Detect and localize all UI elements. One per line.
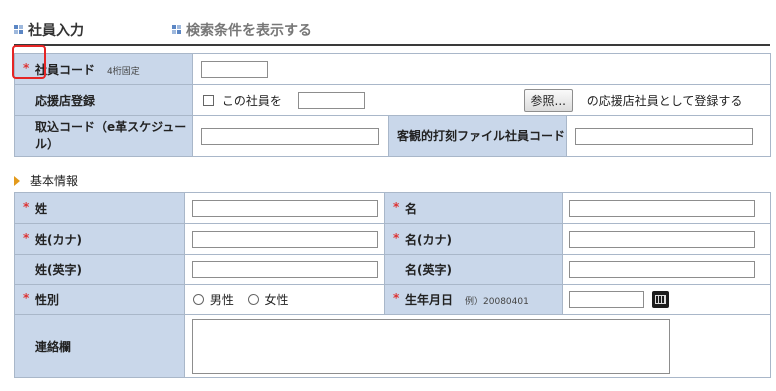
- agency-registration-label: 応援店登録: [35, 93, 96, 108]
- last-name-en-input[interactable]: [192, 261, 378, 278]
- first-name-en-label-cell: 名(英字): [384, 254, 563, 285]
- notes-label-cell: 連絡欄: [14, 314, 185, 378]
- import-code-row: 取込コード（e革スケジュール） 客観的打刻ファイル社員コード: [14, 115, 772, 157]
- birthdate-value-cell: [562, 284, 771, 315]
- objective-file-label: 客観的打刻ファイル社員コード: [397, 128, 566, 143]
- english-name-row: 姓(英字) 名(英字): [14, 254, 771, 285]
- import-code-label: 取込コード（e革スケジュール）: [35, 120, 187, 151]
- gender-label: 性別: [35, 293, 60, 307]
- first-name-kana-value-cell: [562, 223, 771, 255]
- first-name-en-input[interactable]: [569, 261, 755, 278]
- agency-employee-input[interactable]: [297, 91, 365, 109]
- required-mark: *: [393, 291, 400, 305]
- agency-checkbox[interactable]: [203, 94, 214, 106]
- first-name-label: 名: [405, 201, 418, 216]
- notes-label: 連絡欄: [35, 339, 72, 354]
- last-name-en-label: 姓(英字): [35, 263, 82, 277]
- import-code-label-cell: 取込コード（e革スケジュール）: [14, 115, 193, 157]
- import-code-input[interactable]: [201, 127, 379, 145]
- agency-registration-value-cell: この社員を 参照... の応援店社員として登録する: [191, 84, 772, 116]
- first-name-en-label: 名(英字): [405, 263, 452, 277]
- objective-file-label-cell: 客観的打刻ファイル社員コード: [388, 115, 567, 157]
- objective-file-value-cell: [565, 115, 772, 157]
- objective-file-input[interactable]: [575, 127, 753, 145]
- last-name-en-label-cell: 姓(英字): [14, 254, 185, 285]
- notes-row: 連絡欄: [14, 314, 771, 378]
- employee-code-hint: 4桁固定: [107, 66, 140, 77]
- gender-female-label: 女性: [264, 293, 289, 307]
- last-name-input[interactable]: [192, 199, 378, 217]
- first-name-label-cell: * 名: [384, 192, 563, 224]
- agency-suffix-text: の応援店社員として登録する: [586, 93, 743, 108]
- page-title-text: 社員入力: [28, 23, 84, 39]
- required-mark: *: [393, 230, 400, 245]
- gender-value-cell: 男性 女性: [184, 284, 385, 315]
- show-conditions-label: 検索条件を表示する: [186, 23, 312, 39]
- gender-male-label: 男性: [209, 293, 234, 307]
- last-name-label: 姓: [35, 201, 48, 216]
- grid-icon: [14, 25, 24, 35]
- reference-button[interactable]: 参照...: [523, 88, 573, 112]
- highlight-box: [12, 45, 46, 79]
- last-name-en-value-cell: [184, 254, 385, 285]
- birthdate-input[interactable]: [569, 291, 644, 308]
- agency-registration-row: 応援店登録 この社員を 参照... の応援店社員として登録する: [14, 84, 772, 116]
- first-name-input[interactable]: [569, 199, 755, 217]
- required-mark: *: [393, 199, 400, 214]
- last-name-kana-label-cell: * 姓(カナ): [14, 223, 185, 255]
- gender-birthdate-row: * 性別 男性 女性 * 生年月日 例）20080401: [14, 284, 771, 315]
- triangle-icon: [14, 175, 20, 186]
- calendar-icon[interactable]: [651, 291, 669, 308]
- gender-label-cell: * 性別: [14, 284, 185, 315]
- gender-female-radio[interactable]: [247, 294, 259, 305]
- agency-checkbox-label: この社員を: [221, 93, 282, 108]
- employee-code-form: * 社員コード 4桁固定 応援店登録 この社員を 参照... の応援店社員として登…: [14, 53, 772, 157]
- header-divider: [14, 44, 770, 46]
- basic-info-title: 基本情報: [30, 174, 79, 188]
- employee-code-input[interactable]: [201, 60, 268, 78]
- show-conditions-link[interactable]: 検索条件を表示する: [172, 20, 312, 40]
- last-name-label-cell: * 姓: [14, 192, 185, 224]
- first-name-value-cell: [562, 192, 771, 224]
- last-name-kana-value-cell: [184, 223, 385, 255]
- last-name-kana-input[interactable]: [192, 230, 378, 248]
- notes-textarea[interactable]: [192, 318, 670, 374]
- notes-value-cell: [184, 314, 771, 378]
- first-name-kana-label: 名(カナ): [405, 232, 452, 247]
- import-code-value-cell: [192, 115, 389, 157]
- first-name-kana-label-cell: * 名(カナ): [384, 223, 563, 255]
- last-name-value-cell: [184, 192, 385, 224]
- birthdate-hint: 例）20080401: [465, 297, 529, 307]
- last-name-kana-label: 姓(カナ): [35, 232, 82, 247]
- name-row: * 姓 * 名: [14, 192, 771, 224]
- first-name-kana-input[interactable]: [569, 230, 755, 248]
- required-mark: *: [23, 291, 30, 305]
- birthdate-label-cell: * 生年月日 例）20080401: [384, 284, 563, 315]
- page-title: 社員入力: [14, 20, 84, 40]
- employee-code-value-cell: [191, 53, 772, 85]
- kana-row: * 姓(カナ) * 名(カナ): [14, 223, 771, 255]
- basic-info-form: * 姓 * 名 * 姓(カナ) * 名(カナ) 姓(英字) 名(英字) * 性別…: [14, 192, 771, 378]
- employee-code-row: * 社員コード 4桁固定: [14, 53, 772, 85]
- agency-registration-label-cell: 応援店登録: [14, 84, 193, 116]
- required-mark: *: [23, 199, 30, 214]
- gender-male-radio[interactable]: [193, 294, 204, 305]
- birthdate-label: 生年月日: [405, 293, 454, 307]
- basic-info-heading: 基本情報: [14, 172, 78, 189]
- first-name-en-value-cell: [562, 254, 771, 285]
- grid-icon: [172, 25, 182, 35]
- required-mark: *: [23, 230, 30, 245]
